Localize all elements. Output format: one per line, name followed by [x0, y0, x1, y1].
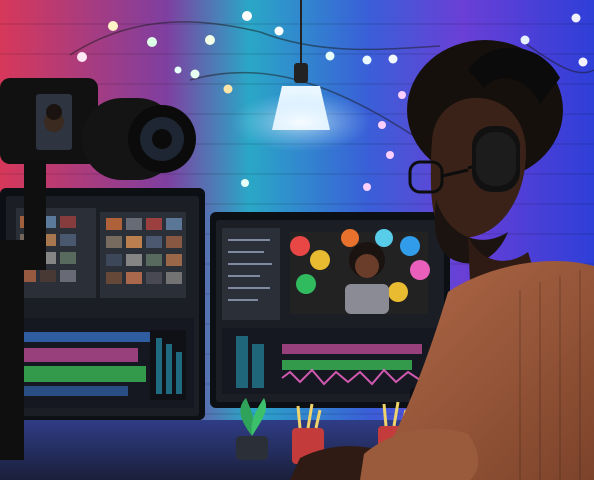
- center-monitor[interactable]: [210, 212, 450, 408]
- scene: [0, 0, 594, 480]
- photo-illustration: [0, 0, 594, 480]
